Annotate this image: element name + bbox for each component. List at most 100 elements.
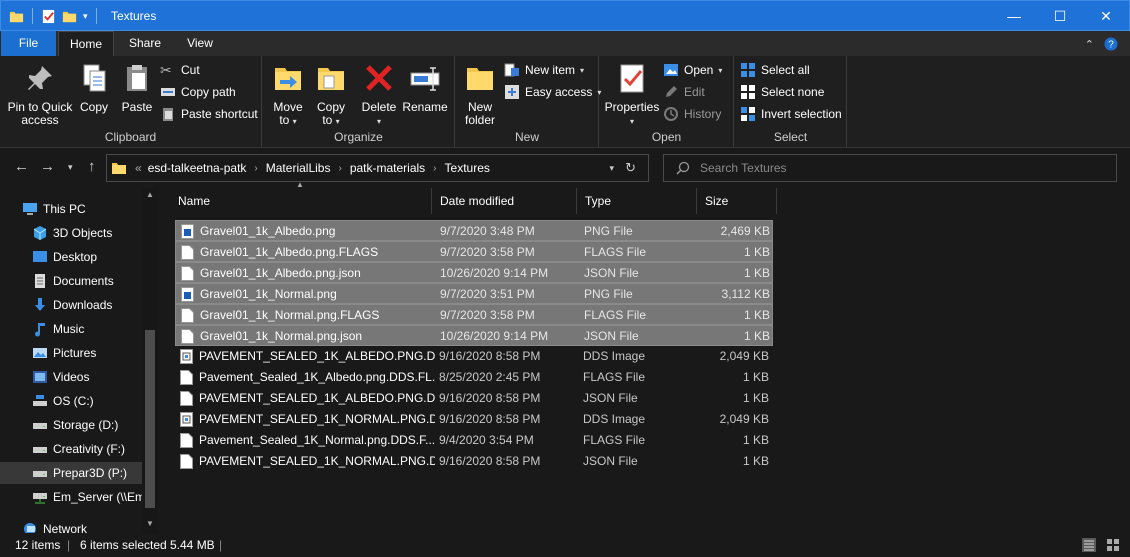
select-all-button[interactable]: Select all — [740, 60, 810, 80]
address-dropdown-icon[interactable]: ▾ — [609, 163, 614, 174]
table-row[interactable]: PAVEMENT_SEALED_1K_ALBEDO.PNG.DDS 9/16/20… — [175, 346, 773, 367]
nav-item-prepar3d-drive[interactable]: Prepar3D (P:) — [0, 462, 142, 484]
file-size: 1 KB — [742, 391, 769, 405]
minimize-button[interactable]: — — [991, 1, 1037, 31]
history-button[interactable]: History — [663, 104, 721, 124]
tab-share[interactable]: Share — [117, 31, 173, 56]
delete-button[interactable]: Delete ▾ — [360, 62, 398, 128]
nav-scrollbar[interactable]: ▲ ▼ — [142, 188, 158, 533]
file-icon — [181, 266, 194, 281]
file-date: 9/16/2020 8:58 PM — [439, 391, 541, 405]
address-bar[interactable]: « esd-talkeetna-patk › MaterialLibs › pa… — [106, 154, 649, 182]
folder-icon[interactable] — [9, 9, 24, 24]
tab-home[interactable]: Home — [58, 31, 114, 56]
tab-view[interactable]: View — [174, 31, 226, 56]
up-arrow-icon[interactable]: ↑ — [88, 158, 96, 175]
qat-separator — [95, 8, 97, 24]
table-row[interactable]: PAVEMENT_SEALED_1K_NORMAL.PNG.D... 9/16/2… — [175, 409, 773, 430]
move-to-button[interactable]: Move to ▾ — [269, 62, 307, 128]
table-row[interactable]: PAVEMENT_SEALED_1K_ALBEDO.PNG.DD... 9/16/… — [175, 388, 773, 409]
file-size: 3,112 KB — [721, 287, 770, 301]
invert-selection-icon — [741, 107, 755, 121]
scrollbar-thumb[interactable] — [145, 330, 155, 508]
refresh-icon[interactable]: ↻ — [625, 160, 636, 176]
nav-item-music[interactable]: Music — [32, 318, 158, 340]
breadcrumb-chevron-icon[interactable]: › — [254, 163, 257, 174]
forward-arrow-icon[interactable]: → — [40, 158, 55, 175]
nav-item-label: Storage (D:) — [53, 418, 119, 432]
table-row[interactable]: PAVEMENT_SEALED_1K_NORMAL.PNG.DD... 9/16/… — [175, 451, 773, 472]
table-row[interactable]: Gravel01_1k_Albedo.png.FLAGS 9/7/2020 3:5… — [175, 241, 773, 262]
file-size: 2,049 KB — [719, 412, 769, 426]
breadcrumb-chevron-icon[interactable]: › — [433, 163, 436, 174]
close-button[interactable]: ✕ — [1083, 1, 1129, 31]
breadcrumb-item[interactable]: Textures — [445, 161, 490, 175]
table-row[interactable]: Gravel01_1k_Albedo.png.json 10/26/2020 9:… — [175, 262, 773, 283]
paste-button[interactable]: Paste — [118, 62, 156, 114]
copy-icon — [83, 64, 106, 92]
rename-button[interactable]: Rename — [402, 62, 448, 114]
breadcrumb-overflow-icon[interactable]: « — [135, 161, 142, 175]
new-folder-button[interactable]: New folder — [460, 62, 500, 127]
column-header-size[interactable]: Size — [697, 188, 777, 214]
nav-item-storage-drive[interactable]: Storage (D:) — [32, 414, 158, 436]
new-folder-icon[interactable] — [62, 9, 77, 24]
nav-item-this-pc[interactable]: This PC — [22, 198, 158, 220]
nav-item-os-drive[interactable]: OS (C:) — [32, 390, 158, 412]
nav-item-desktop[interactable]: Desktop — [32, 246, 158, 268]
select-none-button[interactable]: Select none — [740, 82, 824, 102]
help-icon[interactable]: ? — [1104, 37, 1118, 51]
table-row[interactable]: Gravel01_1k_Normal.png.json 10/26/2020 9:… — [175, 325, 773, 346]
details-view-icon[interactable] — [1082, 538, 1096, 552]
properties-check-icon[interactable] — [41, 9, 56, 24]
breadcrumb-item[interactable]: patk-materials — [350, 161, 425, 175]
table-row[interactable]: Pavement_Sealed_1K_Albedo.png.DDS.FL... 8… — [175, 367, 773, 388]
column-header-date[interactable]: Date modified — [432, 188, 577, 214]
scissors-icon: ✂ — [160, 62, 172, 78]
breadcrumb-chevron-icon[interactable]: › — [338, 163, 341, 174]
easy-access-icon — [505, 85, 519, 99]
nav-item-creativity-drive[interactable]: Creativity (F:) — [32, 438, 158, 460]
nav-item-pictures[interactable]: Pictures — [32, 342, 158, 364]
pin-quick-access-button[interactable]: Pin to Quick access — [6, 62, 74, 127]
invert-selection-button[interactable]: Invert selection — [740, 104, 842, 124]
recent-locations-icon[interactable]: ▾ — [68, 162, 73, 173]
table-row[interactable]: Gravel01_1k_Albedo.png 9/7/2020 3:48 PM PN… — [175, 220, 773, 241]
nav-item-3d-objects[interactable]: 3D Objects — [32, 222, 158, 244]
search-box[interactable]: Search Textures — [663, 154, 1117, 182]
properties-button[interactable]: Properties ▾ — [604, 62, 660, 128]
table-row[interactable]: Pavement_Sealed_1K_Normal.png.DDS.F... 9/… — [175, 430, 773, 451]
breadcrumb-item[interactable]: esd-talkeetna-patk — [148, 161, 247, 175]
breadcrumb-item[interactable]: MaterialLibs — [266, 161, 331, 175]
dds-file-icon — [180, 412, 193, 427]
nav-item-em-server[interactable]: Em_Server (\\Em — [32, 486, 142, 508]
ribbon-tabs: File Home Share View ⌃ ? — [0, 31, 1130, 56]
copy-to-button[interactable]: Copy to ▾ — [312, 62, 350, 128]
new-item-button[interactable]: New item ▾ — [504, 60, 584, 80]
nav-item-network[interactable]: Network — [22, 518, 158, 533]
scroll-down-icon[interactable]: ▼ — [146, 519, 154, 528]
copy-button[interactable]: Copy — [76, 62, 112, 114]
easy-access-button[interactable]: Easy access ▾ — [504, 82, 601, 102]
column-header-name[interactable]: Name — [170, 188, 432, 214]
collapse-ribbon-icon[interactable]: ⌃ — [1085, 38, 1094, 51]
table-row[interactable]: Gravel01_1k_Normal.png 9/7/2020 3:51 PM PN… — [175, 283, 773, 304]
column-header-type[interactable]: Type — [577, 188, 697, 214]
nav-item-downloads[interactable]: Downloads — [32, 294, 158, 316]
maximize-button[interactable]: ☐ — [1037, 1, 1083, 31]
paste-shortcut-button[interactable]: Paste shortcut — [160, 104, 258, 124]
back-arrow-icon[interactable]: ← — [14, 158, 29, 175]
tab-file[interactable]: File — [1, 31, 56, 56]
nav-item-documents[interactable]: Documents — [32, 270, 158, 292]
cut-button[interactable]: ✂ Cut — [160, 60, 200, 80]
edit-icon — [666, 86, 677, 97]
open-button[interactable]: Open ▾ — [663, 60, 722, 80]
scroll-up-icon[interactable]: ▲ — [146, 190, 154, 199]
edit-button[interactable]: Edit — [663, 82, 705, 102]
copy-path-button[interactable]: Copy path — [160, 82, 236, 102]
nav-item-videos[interactable]: Videos — [32, 366, 158, 388]
window-title: Textures — [111, 9, 157, 23]
large-icons-view-icon[interactable] — [1106, 538, 1120, 552]
table-row[interactable]: Gravel01_1k_Normal.png.FLAGS 9/7/2020 3:5… — [175, 304, 773, 325]
qat-dropdown-icon[interactable]: ▾ — [83, 11, 88, 22]
